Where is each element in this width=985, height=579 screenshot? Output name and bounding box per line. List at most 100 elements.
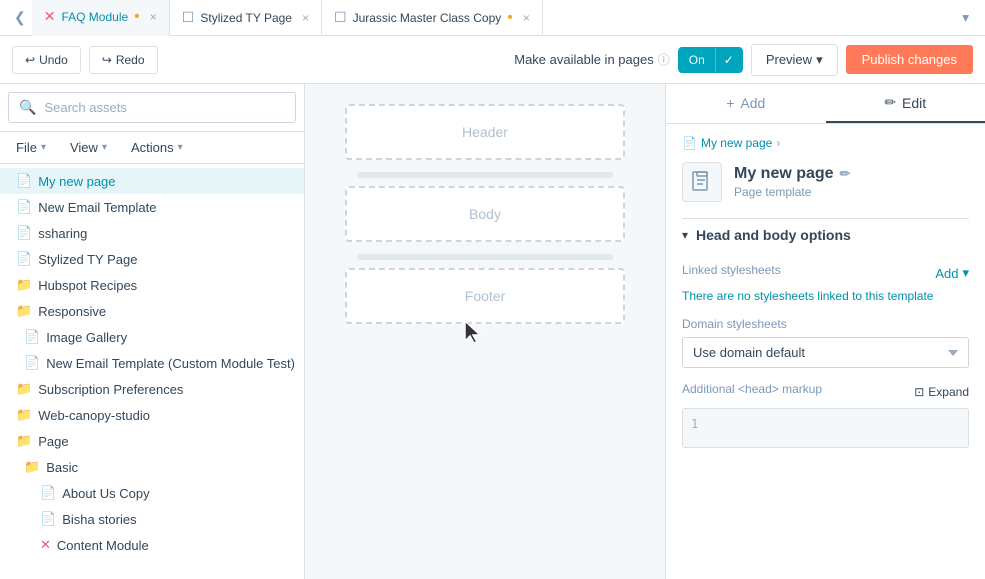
section-toggle-icon[interactable]: ▾ — [682, 228, 688, 242]
code-editor[interactable]: 1 — [682, 408, 969, 448]
tab-add[interactable]: + Add — [666, 84, 826, 123]
tab-jurassic-close[interactable]: × — [523, 11, 530, 25]
page-icon: 📄 — [40, 485, 56, 501]
section-header-head-body: ▾ Head and body options — [682, 218, 969, 251]
sidebar-item-label: Page — [38, 434, 68, 449]
template-line-1 — [357, 172, 613, 178]
page-header-icon — [682, 162, 722, 202]
add-stylesheet-button[interactable]: Add ▾ — [935, 265, 969, 281]
sidebar-actions-bar: File ▾ View ▾ Actions ▾ — [0, 132, 304, 164]
actions-menu-button[interactable]: Actions ▾ — [123, 136, 191, 159]
search-icon: 🔍 — [19, 99, 36, 116]
panel-tabs: + Add ✏ Edit — [666, 84, 985, 124]
tab-jurassic-label: Jurassic Master Class Copy — [353, 11, 502, 25]
linked-stylesheets-header: Linked stylesheets Add ▾ — [682, 263, 969, 283]
sidebar-item-web-canopy[interactable]: 📁 Web-canopy-studio — [0, 402, 304, 428]
tab-nav-back[interactable]: ❮ — [8, 5, 32, 30]
folder-icon: 📁 — [16, 381, 32, 397]
tab-faq-module[interactable]: ✕ FAQ Module • × — [32, 0, 170, 36]
tab-faq-label: FAQ Module — [61, 10, 128, 24]
page-icon: 📄 — [16, 225, 32, 241]
sidebar: 🔍 File ▾ View ▾ Actions ▾ 📄 My new page — [0, 84, 305, 579]
expand-label: Expand — [928, 385, 969, 399]
preview-button[interactable]: Preview ▾ — [751, 44, 838, 76]
additional-markup-section: Additional <head> markup ⊡ Expand 1 — [682, 382, 969, 448]
section-title: Head and body options — [696, 227, 851, 243]
page-header-info: My new page ✏ Page template — [734, 165, 969, 199]
toggle-check-button[interactable]: ✓ — [715, 48, 742, 72]
sidebar-item-about-us[interactable]: 📄 About Us Copy — [0, 480, 304, 506]
add-icon: + — [726, 95, 734, 111]
page-icon: 📄 — [16, 173, 32, 189]
sidebar-item-basic[interactable]: 📁 Basic — [0, 454, 304, 480]
page-icon: 📄 — [24, 355, 40, 371]
tab-stylized-close[interactable]: × — [302, 11, 309, 25]
sidebar-item-content-module[interactable]: ✕ Content Module — [0, 532, 304, 558]
tab-edit[interactable]: ✏ Edit — [826, 84, 985, 123]
sidebar-item-image-gallery[interactable]: 📄 Image Gallery — [0, 324, 304, 350]
sidebar-tree: 📄 My new page 📄 New Email Template 📄 ssh… — [0, 164, 304, 579]
domain-stylesheets-label: Domain stylesheets — [682, 317, 969, 331]
search-input-wrap[interactable]: 🔍 — [8, 92, 296, 123]
page-icon: 📄 — [16, 199, 32, 215]
expand-button[interactable]: ⊡ Expand — [914, 385, 969, 399]
main-layout: 🔍 File ▾ View ▾ Actions ▾ 📄 My new page — [0, 84, 985, 579]
tab-faq-dot: • — [134, 9, 140, 25]
sidebar-item-label: ssharing — [38, 226, 87, 241]
file-menu-button[interactable]: File ▾ — [8, 136, 54, 159]
file-label: File — [16, 140, 37, 155]
sidebar-item-subscription[interactable]: 📁 Subscription Preferences — [0, 376, 304, 402]
no-stylesheets-message: There are no stylesheets linked to this … — [682, 289, 969, 303]
publish-button[interactable]: Publish changes — [846, 45, 973, 74]
page-template: Header Body Footer — [345, 104, 625, 332]
sidebar-item-ssharing[interactable]: 📄 ssharing — [0, 220, 304, 246]
breadcrumb-label: My new page — [701, 136, 772, 150]
sidebar-item-label: New Email Template — [38, 200, 156, 215]
sidebar-item-bisha[interactable]: 📄 Bisha stories — [0, 506, 304, 532]
template-icon — [690, 170, 714, 194]
toggle-on-button[interactable]: On — [679, 48, 715, 72]
canvas: Header Body Footer — [305, 84, 665, 579]
sidebar-item-label: My new page — [38, 174, 115, 189]
file-dropdown-icon: ▾ — [41, 142, 46, 153]
tab-jurassic[interactable]: ☐ Jurassic Master Class Copy • × — [322, 0, 543, 36]
edit-icon: ✏ — [884, 94, 896, 111]
domain-stylesheet-select[interactable]: Use domain default — [682, 337, 969, 368]
sidebar-item-new-email-custom[interactable]: 📄 New Email Template (Custom Module Test… — [0, 350, 304, 376]
toggle-group: On ✓ — [678, 47, 743, 73]
sidebar-item-responsive[interactable]: 📁 Responsive — [0, 298, 304, 324]
breadcrumb[interactable]: 📄 My new page › — [682, 136, 969, 150]
toolbar: ↩ Undo ↪ Redo Make available in pages ⓘ … — [0, 36, 985, 84]
footer-label: Footer — [347, 270, 623, 322]
sidebar-item-stylized-ty[interactable]: 📄 Stylized TY Page — [0, 246, 304, 272]
additional-markup-label: Additional <head> markup — [682, 382, 822, 396]
additional-markup-header: Additional <head> markup ⊡ Expand — [682, 382, 969, 402]
sidebar-item-hubspot-recipes[interactable]: 📁 Hubspot Recipes — [0, 272, 304, 298]
make-available-label: Make available in pages ⓘ — [514, 51, 670, 68]
sidebar-item-label: Web-canopy-studio — [38, 408, 150, 423]
redo-button[interactable]: ↪ Redo — [89, 46, 158, 74]
tab-stylized-ty[interactable]: ☐ Stylized TY Page × — [170, 0, 322, 36]
redo-icon: ↪ — [102, 53, 112, 67]
line-number: 1 — [691, 417, 698, 431]
page-template-subtitle: Page template — [734, 185, 969, 199]
undo-button[interactable]: ↩ Undo — [12, 46, 81, 74]
domain-stylesheets-section: Domain stylesheets Use domain default — [682, 317, 969, 368]
folder-icon: 📁 — [24, 459, 40, 475]
edit-page-icon[interactable]: ✏ — [840, 166, 851, 182]
linked-stylesheets-label: Linked stylesheets — [682, 263, 781, 277]
preview-dropdown-icon: ▾ — [816, 52, 823, 68]
search-input[interactable] — [44, 100, 285, 115]
view-menu-button[interactable]: View ▾ — [62, 136, 115, 159]
sidebar-item-new-email-template[interactable]: 📄 New Email Template — [0, 194, 304, 220]
breadcrumb-icon: 📄 — [682, 136, 697, 150]
tab-overflow[interactable]: ▾ — [954, 6, 977, 30]
sidebar-item-label: About Us Copy — [62, 486, 149, 501]
sidebar-item-page[interactable]: 📁 Page — [0, 428, 304, 454]
page-icon: 📄 — [40, 511, 56, 527]
sidebar-item-label: New Email Template (Custom Module Test) — [46, 356, 295, 371]
tab-faq-close[interactable]: × — [150, 10, 157, 24]
search-bar-area: 🔍 — [0, 84, 304, 132]
sidebar-item-my-new-page[interactable]: 📄 My new page — [0, 168, 304, 194]
sidebar-item-label: Stylized TY Page — [38, 252, 137, 267]
